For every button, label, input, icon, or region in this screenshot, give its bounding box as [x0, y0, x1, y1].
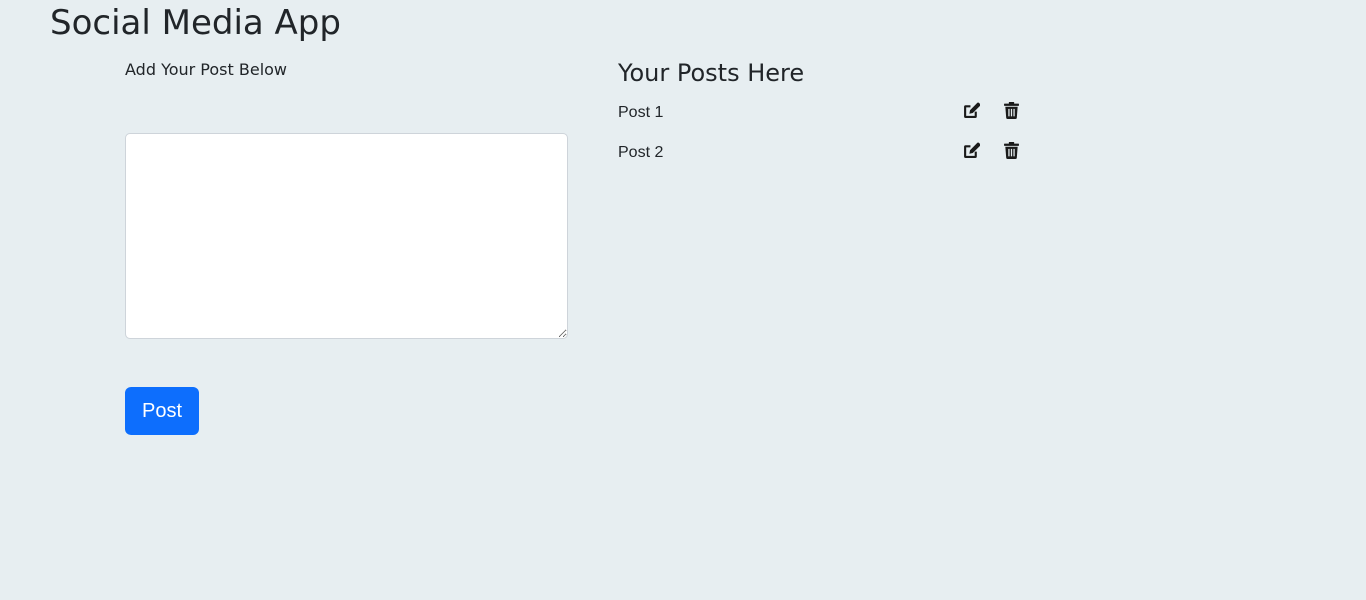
edit-icon[interactable]	[961, 100, 981, 120]
post-textarea[interactable]	[125, 133, 568, 339]
post-composer: Add Your Post Below Post	[125, 60, 569, 435]
composer-label: Add Your Post Below	[125, 60, 288, 79]
post-item: Post 2	[618, 133, 1038, 173]
post-text: Post 1	[618, 104, 664, 121]
trash-icon[interactable]	[1001, 100, 1021, 120]
post-actions	[961, 133, 1021, 167]
post-list: Post 1 Post 2	[618, 93, 1038, 173]
posts-panel: Your Posts Here Post 1 Post 2	[618, 57, 1038, 173]
posts-heading: Your Posts Here	[618, 59, 805, 87]
edit-icon[interactable]	[961, 140, 981, 160]
trash-icon[interactable]	[1001, 140, 1021, 160]
post-item: Post 1	[618, 93, 1038, 133]
post-button[interactable]: Post	[125, 387, 199, 435]
post-text: Post 2	[618, 144, 664, 161]
post-actions	[961, 93, 1021, 127]
app-title: Social Media App	[50, 3, 341, 43]
